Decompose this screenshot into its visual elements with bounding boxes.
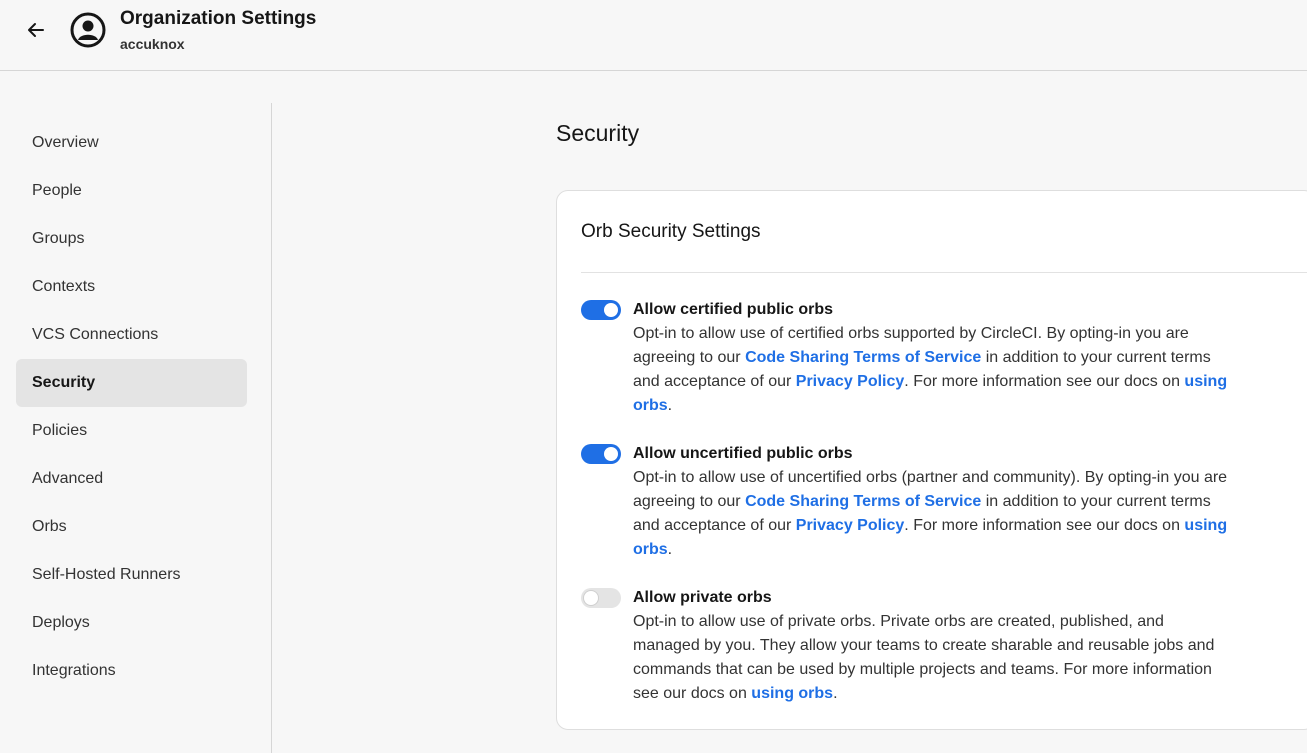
card-divider: [581, 272, 1307, 273]
code-sharing-terms-link[interactable]: Code Sharing Terms of Service: [745, 349, 981, 366]
toggle-knob: [604, 447, 618, 461]
sidebar-item-groups[interactable]: Groups: [16, 215, 247, 263]
section-title: Security: [556, 120, 640, 146]
sidebar-item-advanced[interactable]: Advanced: [16, 455, 247, 503]
toggle-knob: [584, 591, 598, 605]
back-button[interactable]: [22, 16, 50, 44]
arrow-left-icon: [28, 23, 44, 37]
certified-orbs-toggle[interactable]: [581, 300, 621, 320]
sidebar-item-policies[interactable]: Policies: [16, 407, 247, 455]
toggle-knob: [604, 303, 618, 317]
setting-label: Allow private orbs: [633, 589, 772, 606]
sidebar-item-integrations[interactable]: Integrations: [16, 647, 247, 695]
setting-label: Allow uncertified public orbs: [633, 445, 853, 462]
setting-description: Opt-in to allow use of uncertified orbs …: [633, 466, 1233, 562]
description-text: .: [833, 685, 838, 702]
uncertified-orbs-toggle[interactable]: [581, 444, 621, 464]
setting-description: Opt-in to allow use of private orbs. Pri…: [633, 610, 1233, 706]
using-orbs-link[interactable]: using orbs: [751, 685, 833, 702]
orb-security-card: Orb Security Settings Allow certified pu…: [556, 190, 1307, 730]
sidebar-item-self-hosted-runners[interactable]: Self-Hosted Runners: [16, 551, 247, 599]
user-circle-icon: [70, 12, 106, 48]
code-sharing-terms-link[interactable]: Code Sharing Terms of Service: [745, 493, 981, 510]
sidebar-item-people[interactable]: People: [16, 167, 247, 215]
sidebar-item-deploys[interactable]: Deploys: [16, 599, 247, 647]
privacy-policy-link[interactable]: Privacy Policy: [796, 373, 905, 390]
setting-text: Allow private orbs Opt-in to allow use o…: [633, 586, 1233, 706]
organization-name: accuknox: [120, 36, 185, 52]
card-title: Orb Security Settings: [581, 221, 761, 242]
setting-description: Opt-in to allow use of certified orbs su…: [633, 322, 1233, 418]
top-header: Organization Settings accuknox: [0, 0, 1307, 71]
setting-label: Allow certified public orbs: [633, 301, 834, 318]
description-text: .: [667, 397, 673, 414]
sidebar-item-orbs[interactable]: Orbs: [16, 503, 247, 551]
privacy-policy-link[interactable]: Privacy Policy: [796, 517, 905, 534]
settings-sidebar: Overview People Groups Contexts VCS Conn…: [0, 103, 272, 753]
description-text: .: [667, 541, 673, 558]
sidebar-item-vcs-connections[interactable]: VCS Connections: [16, 311, 247, 359]
description-text: Opt-in to allow use of private orbs. Pri…: [633, 613, 1215, 702]
setting-text: Allow certified public orbs Opt-in to al…: [633, 298, 1233, 418]
description-text: . For more information see our docs on: [904, 373, 1185, 390]
sidebar-item-overview[interactable]: Overview: [16, 119, 247, 167]
page-heading: Organization Settings: [120, 8, 317, 29]
setting-text: Allow uncertified public orbs Opt-in to …: [633, 442, 1233, 562]
sidebar-item-contexts[interactable]: Contexts: [16, 263, 247, 311]
private-orbs-toggle[interactable]: [581, 588, 621, 608]
sidebar-item-security[interactable]: Security: [16, 359, 247, 407]
description-text: . For more information see our docs on: [904, 517, 1185, 534]
